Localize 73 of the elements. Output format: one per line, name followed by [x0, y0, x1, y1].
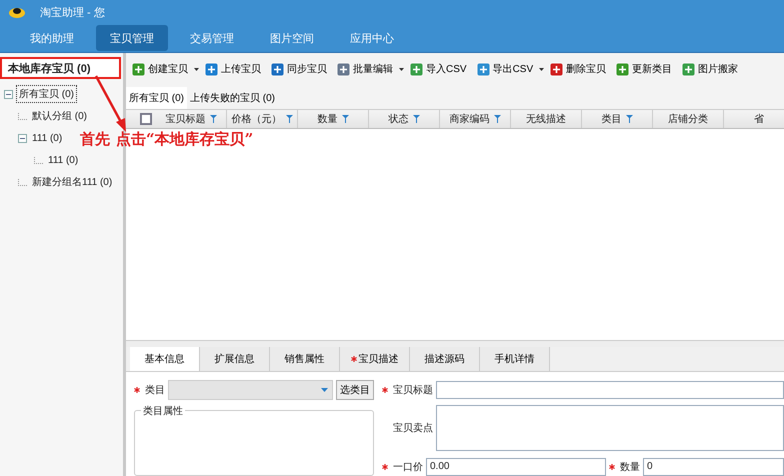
collapse-icon[interactable]: [18, 134, 27, 142]
tree-line: [18, 178, 27, 186]
detail-tab[interactable]: 宝贝描述: [340, 347, 410, 371]
column-header[interactable]: 省: [754, 112, 764, 126]
logo-icon: [8, 5, 26, 19]
toolbar-icon: [205, 62, 218, 76]
tree-item[interactable]: 默认分组 (0): [30, 108, 89, 124]
detail-tab[interactable]: 手机详情: [480, 347, 550, 371]
detail-tab[interactable]: 描述源码: [410, 347, 480, 371]
toolbar-icon: [550, 62, 564, 76]
annotation-text: 首先: [80, 130, 110, 149]
column-header[interactable]: 宝贝标题: [166, 112, 206, 126]
toolbar-button[interactable]: 创建宝贝: [128, 62, 192, 76]
column-header[interactable]: 数量: [318, 112, 338, 126]
field-label: 宝贝卖点: [393, 422, 433, 435]
field-label: 一口价: [393, 460, 423, 474]
toolbar-button[interactable]: 同步宝贝: [267, 62, 331, 76]
field-label: 宝贝标题: [393, 384, 433, 396]
detail-tab[interactable]: 基本信息: [130, 347, 200, 371]
nav-tab[interactable]: 宝贝管理: [96, 25, 168, 51]
toolbar-button[interactable]: 批量编辑: [333, 62, 397, 76]
toolbar-icon: [271, 62, 284, 76]
sidebar-header[interactable]: 本地库存宝贝 (0): [0, 57, 121, 79]
filter-icon[interactable]: [412, 115, 420, 123]
caret-icon: [321, 388, 328, 392]
caret-icon[interactable]: [399, 68, 404, 70]
title-field[interactable]: [436, 380, 784, 398]
detail-tab[interactable]: 销售属性: [270, 347, 340, 371]
window-title: 淘宝助理 - 您: [40, 6, 105, 20]
toolbar-icon: [132, 62, 145, 76]
toolbar-icon: [616, 62, 630, 76]
sub-tab[interactable]: 所有宝贝 (0): [126, 87, 187, 109]
field-label: 数量: [620, 460, 640, 474]
checkbox[interactable]: [140, 113, 152, 125]
column-header[interactable]: 状态: [388, 112, 408, 126]
selling-point-field[interactable]: [436, 405, 784, 451]
tree-item[interactable]: 111 (0): [46, 154, 80, 166]
filter-icon[interactable]: [494, 115, 500, 123]
column-header[interactable]: 价格（元）: [232, 112, 282, 126]
quantity-field[interactable]: 0: [643, 458, 784, 476]
tree-line: [18, 112, 27, 120]
tree-line: [34, 156, 43, 164]
toolbar-button[interactable]: 图片搬家: [678, 62, 742, 76]
detail-tab[interactable]: 扩展信息: [200, 347, 270, 371]
filter-icon[interactable]: [626, 115, 632, 123]
filter-icon[interactable]: [342, 115, 348, 123]
column-header[interactable]: 店铺分类: [668, 112, 708, 126]
annotation-text: 点击“本地库存宝贝”: [116, 130, 254, 149]
column-header[interactable]: 无线描述: [526, 112, 566, 126]
sub-tab[interactable]: 上传失败的宝贝 (0): [187, 87, 278, 109]
toolbar-icon: [410, 62, 423, 76]
filter-icon[interactable]: [286, 115, 292, 123]
tree-item[interactable]: 新建分组名111 (0): [30, 174, 114, 190]
toolbar-button[interactable]: 导出CSV: [472, 62, 538, 76]
toolbar-icon: [682, 62, 696, 76]
caret-icon[interactable]: [194, 68, 199, 70]
toolbar-button[interactable]: 上传宝贝: [201, 62, 265, 76]
tree-item[interactable]: 所有宝贝 (0): [16, 85, 77, 103]
tree-item[interactable]: 111 (0): [30, 132, 64, 144]
column-header[interactable]: 商家编码: [450, 112, 490, 126]
field-label: 类目: [145, 384, 165, 397]
toolbar-button[interactable]: 导入CSV: [406, 62, 471, 76]
collapse-icon[interactable]: [4, 90, 13, 98]
toolbar-icon: [476, 62, 490, 76]
toolbar-icon: [337, 62, 350, 76]
column-header[interactable]: 类目: [602, 112, 622, 126]
filter-icon[interactable]: [210, 115, 216, 123]
price-field[interactable]: 0.00: [426, 458, 606, 476]
group-title: 类目属性: [141, 404, 185, 418]
caret-icon[interactable]: [539, 68, 544, 70]
pick-category-button[interactable]: 选类目: [336, 380, 374, 400]
toolbar-button[interactable]: 删除宝贝: [546, 62, 610, 76]
toolbar-button[interactable]: 更新类目: [612, 62, 676, 76]
